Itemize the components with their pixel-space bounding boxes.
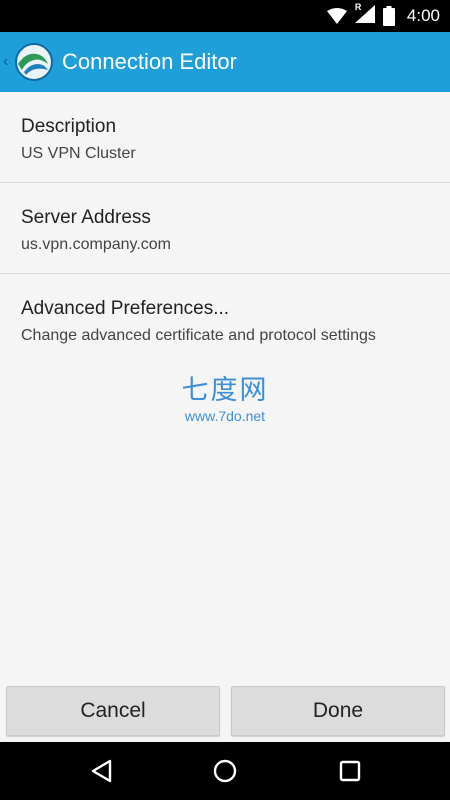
home-circle-icon[interactable]	[211, 757, 239, 785]
list-item-title: Description	[21, 116, 117, 137]
list-item-advanced-preferences[interactable]: Advanced Preferences... Change advanced …	[0, 274, 450, 365]
list-item-subtitle: Change advanced certificate and protocol…	[21, 327, 376, 344]
list-item-description[interactable]: Description US VPN Cluster	[0, 92, 450, 183]
status-bar: R 4:00	[0, 0, 450, 32]
watermark: 七度网 www.7do.net	[0, 374, 450, 425]
done-button[interactable]: Done	[231, 686, 445, 736]
cancel-button[interactable]: Cancel	[6, 686, 220, 736]
status-icons: R 4:00	[326, 0, 440, 32]
back-triangle-icon[interactable]	[88, 757, 116, 785]
list-item-subtitle: US VPN Cluster	[21, 145, 136, 162]
page-title: Connection Editor	[62, 49, 237, 74]
recents-square-icon[interactable]	[336, 757, 364, 785]
list-item-server-address[interactable]: Server Address us.vpn.company.com	[0, 183, 450, 274]
status-time: 4:00	[406, 6, 440, 25]
list-item-title: Server Address	[21, 207, 151, 228]
watermark-text: 七度网	[181, 375, 269, 405]
roaming-mark: R	[354, 1, 362, 12]
wifi-icon	[326, 8, 347, 24]
list-item-title: Advanced Preferences...	[21, 298, 230, 319]
list-item-subtitle: us.vpn.company.com	[21, 236, 171, 253]
signal-icon: R	[354, 1, 375, 28]
back-chevron-icon[interactable]: ‹	[3, 52, 8, 72]
app-bar: ‹ Connection Editor	[0, 32, 450, 92]
battery-icon	[382, 6, 395, 26]
settings-list: Description US VPN Cluster Server Addres…	[0, 92, 450, 365]
watermark-url: www.7do.net	[184, 408, 266, 424]
navigation-bar	[0, 742, 450, 800]
app-logo-icon[interactable]	[14, 42, 54, 82]
